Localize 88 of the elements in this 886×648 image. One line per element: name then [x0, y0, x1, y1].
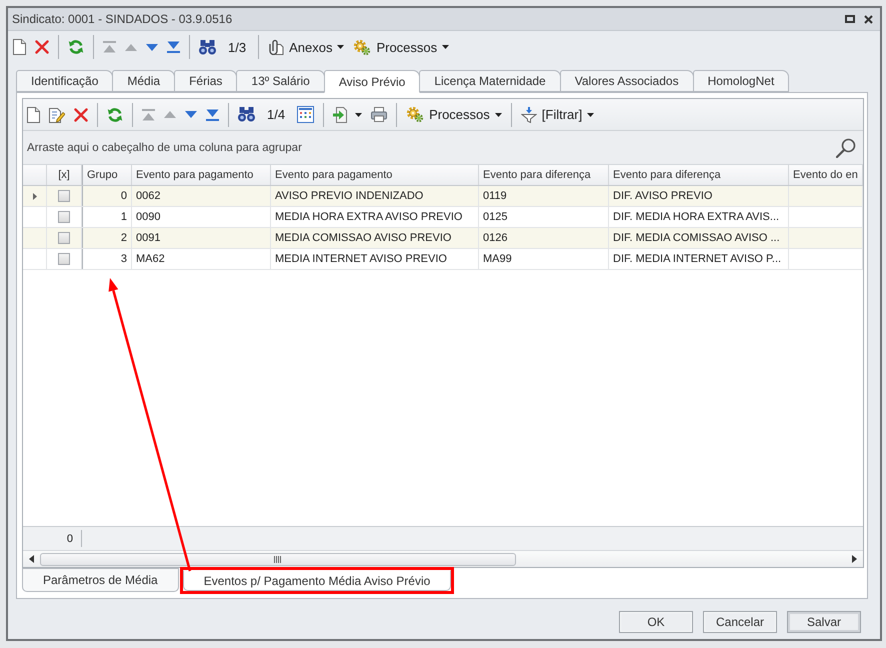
binoculars-icon[interactable] — [199, 40, 216, 54]
column-header[interactable]: Evento do en — [789, 165, 863, 185]
attachments-menu-button[interactable]: Anexos — [268, 36, 344, 58]
gear-icon[interactable] — [353, 38, 372, 56]
column-header[interactable]: [x] — [47, 165, 82, 185]
document-pencil-icon[interactable] — [49, 106, 65, 122]
paperclip-icon[interactable] — [268, 39, 284, 55]
maximize-icon[interactable] — [845, 15, 855, 23]
window-title: Sindicato: 0001 - SINDADOS - 03.9.0516 — [12, 12, 232, 26]
table-row[interactable]: 0 0062 AVISO PREVIO INDENIZADO 0119 DIF. AVISO PREVIO — [23, 186, 863, 207]
scrollbar-thumb[interactable] — [40, 552, 516, 566]
record-counter: 1/3 — [228, 40, 246, 54]
column-header[interactable]: Grupo — [82, 165, 132, 185]
table-cell: MA62 — [132, 249, 271, 269]
scroll-left-icon[interactable] — [29, 555, 34, 563]
column-header[interactable]: Evento para pagamento — [271, 165, 479, 185]
table-cell: 0 — [82, 186, 132, 206]
table-cell: 1 — [82, 207, 132, 227]
tab[interactable]: 13º Salário — [236, 70, 325, 92]
table-cell: MA99 — [479, 249, 609, 269]
table-cell: 0119 — [479, 186, 609, 206]
caret-icon[interactable] — [442, 45, 450, 49]
printer-icon[interactable] — [371, 107, 388, 122]
table-row[interactable]: 3 MA62 MEDIA INTERNET AVISO PREVIO MA99 DIF. MEDIA INTERNET AVISO P... — [23, 249, 863, 270]
column-header[interactable]: Evento para diferença — [479, 165, 609, 185]
caret-icon[interactable] — [337, 45, 344, 49]
table-row[interactable]: 1 0090 MEDIA HORA EXTRA AVISO PREVIO 0125 DIF. MEDIA HORA EXTRA AVIS... — [23, 207, 863, 228]
tab[interactable]: Média — [112, 70, 176, 92]
table-row[interactable]: 2 0091 MEDIA COMISSAO AVISO PREVIO 0126 DIF. MEDIA COMISSAO AVISO ... — [23, 228, 863, 249]
table-cell: 0062 — [132, 186, 271, 206]
table-cell: 2 — [82, 228, 132, 248]
new-document-icon[interactable] — [27, 106, 40, 122]
grip-icon — [274, 556, 282, 562]
table-cell: MEDIA INTERNET AVISO PREVIO — [271, 249, 479, 269]
new-document-icon[interactable] — [13, 39, 26, 55]
row-checkbox[interactable] — [58, 232, 70, 244]
table-cell: DIF. MEDIA INTERNET AVISO P... — [609, 249, 789, 269]
table-cell: 3 — [82, 249, 132, 269]
tab[interactable]: HomologNet — [692, 70, 790, 92]
group-hint-text: Arraste aqui o cabeçalho de uma coluna para agrupar — [27, 142, 302, 154]
row-checkbox[interactable] — [58, 211, 70, 223]
caret-icon[interactable] — [355, 112, 362, 116]
table-cell: DIF. MEDIA COMISSAO AVISO ... — [609, 228, 789, 248]
move-last-icon[interactable] — [206, 108, 219, 120]
tab[interactable]: Aviso Prévio — [324, 70, 420, 93]
tab[interactable]: Eventos p/ Pagamento Média Aviso Prévio — [182, 570, 452, 591]
processes-menu-button[interactable]: Processos — [353, 36, 450, 58]
dialog-button[interactable]: Cancelar — [703, 611, 777, 633]
delete-icon[interactable] — [35, 40, 49, 54]
table-cell: 0090 — [132, 207, 271, 227]
record-counter: 1/4 — [267, 107, 286, 122]
table-cell: MEDIA COMISSAO AVISO PREVIO — [271, 228, 479, 248]
row-checkbox[interactable] — [58, 190, 70, 202]
dialog-button[interactable]: OK — [619, 611, 693, 633]
move-last-icon[interactable] — [167, 41, 180, 53]
tab[interactable]: Valores Associados — [560, 70, 694, 92]
search-icon[interactable] — [836, 138, 856, 158]
tab[interactable]: Identificação — [16, 70, 114, 92]
move-down-icon[interactable] — [146, 44, 158, 50]
table-cell: AVISO PREVIO INDENIZADO — [271, 186, 479, 206]
table-cell: 0091 — [132, 228, 271, 248]
table-cell: MEDIA HORA EXTRA AVISO PREVIO — [271, 207, 479, 227]
tab[interactable]: Licença Maternidade — [419, 70, 561, 92]
processes-menu-button[interactable]: Processos — [406, 104, 502, 126]
binoculars-icon[interactable] — [238, 107, 255, 122]
refresh-icon[interactable] — [107, 106, 123, 122]
refresh-icon[interactable] — [68, 39, 84, 55]
footer-summary: 0 — [23, 530, 82, 547]
table-cell: DIF. AVISO PREVIO — [609, 186, 789, 206]
delete-icon[interactable] — [74, 108, 88, 122]
funnel-icon[interactable] — [520, 106, 537, 122]
tab[interactable]: Parâmetros de Média — [22, 568, 179, 592]
table-cell: 0126 — [479, 228, 609, 248]
gear-icon[interactable] — [406, 106, 424, 123]
table-grid-icon[interactable] — [297, 106, 314, 123]
move-down-icon[interactable] — [185, 111, 197, 118]
column-header[interactable]: Evento para diferença — [609, 165, 789, 185]
caret-icon[interactable] — [494, 112, 502, 116]
caret-icon[interactable] — [587, 112, 594, 116]
table-cell: 0125 — [479, 207, 609, 227]
row-checkbox[interactable] — [58, 253, 70, 265]
tab[interactable]: Férias — [174, 70, 238, 92]
close-icon[interactable] — [864, 14, 873, 24]
dialog-button[interactable]: Salvar — [787, 611, 861, 633]
filter-menu-button[interactable]: [Filtrar] — [520, 104, 594, 126]
column-header[interactable]: Evento para pagamento — [132, 165, 271, 185]
table-cell: DIF. MEDIA HORA EXTRA AVIS... — [609, 207, 789, 227]
scroll-right-icon[interactable] — [852, 555, 857, 563]
